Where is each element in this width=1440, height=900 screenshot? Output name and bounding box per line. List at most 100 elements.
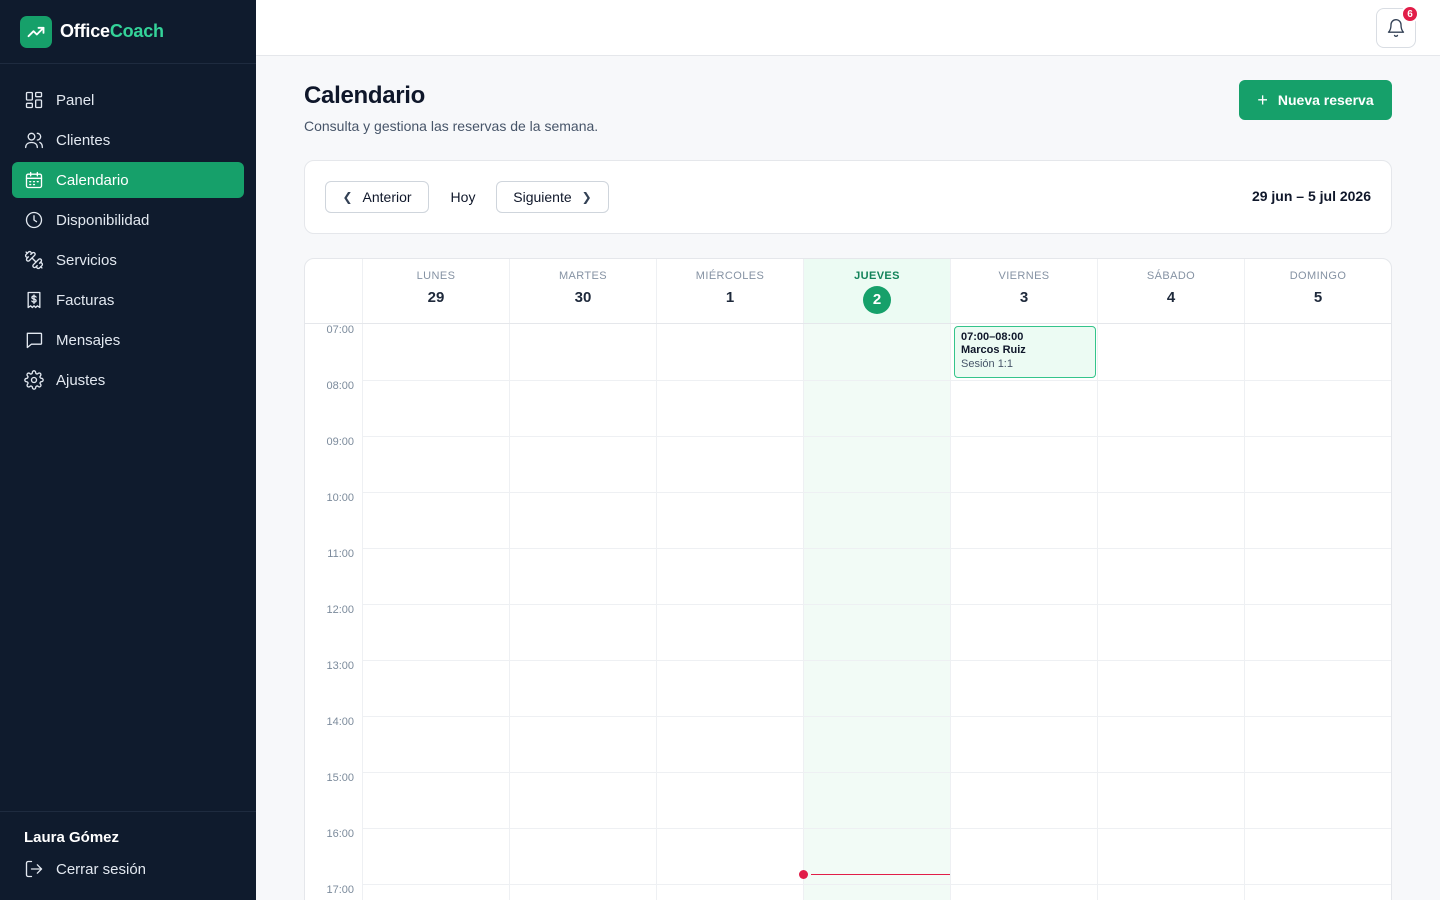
time-label: 15:00 [326, 772, 354, 784]
event-time: 07:00–08:00 [961, 331, 1024, 343]
day-column-today[interactable] [803, 324, 950, 900]
sidebar-item-disponibilidad[interactable]: Disponibilidad [12, 202, 244, 238]
time-label: 17:00 [326, 884, 354, 896]
sidebar-footer: Laura Gómez Cerrar sesión [0, 811, 256, 900]
week-calendar: LUNES 29 MARTES 30 MIÉRCOLES 1 JUEVES 2 … [304, 258, 1392, 900]
notifications-button[interactable]: 6 [1376, 5, 1419, 48]
day-column[interactable] [1244, 324, 1391, 900]
current-time-line [811, 874, 950, 875]
day-header[interactable]: VIERNES 3 [950, 259, 1097, 323]
day-header[interactable]: MIÉRCOLES 1 [656, 259, 803, 323]
day-name: LUNES [416, 270, 456, 282]
day-name: JUEVES [854, 270, 900, 282]
hour-gridline [362, 436, 1391, 437]
sidebar-item-mensajes[interactable]: Mensajes [12, 322, 244, 358]
topbar: 6 [256, 0, 1440, 56]
today-button[interactable]: Hoy [441, 181, 485, 213]
day-name: MARTES [558, 270, 608, 282]
sidebar-item-label: Servicios [56, 251, 117, 269]
time-label: 12:00 [326, 604, 354, 616]
brand-name: OfficeCoach [60, 21, 164, 41]
dumbbell-icon [24, 250, 44, 270]
message-icon [24, 330, 44, 350]
event-type: Sesión 1:1 [961, 358, 1013, 370]
users-icon [24, 130, 44, 150]
hour-gridline [362, 380, 1391, 381]
invoice-icon [24, 290, 44, 310]
new-booking-label: Nueva reserva [1277, 92, 1374, 108]
time-column: 07:00 08:00 09:00 10:00 11:00 12:00 13:0… [305, 324, 362, 900]
time-label: 16:00 [326, 828, 354, 840]
day-column[interactable]: 07:00–08:00 Marcos Ruiz Sesión 1:1 [950, 324, 1097, 900]
sidebar-item-label: Facturas [56, 291, 115, 309]
chevron-left-icon: ❮ [342, 190, 353, 204]
day-number: 29 [427, 289, 445, 306]
previous-label: Anterior [362, 189, 412, 205]
day-header[interactable]: SÁBADO 4 [1097, 259, 1244, 323]
new-booking-button[interactable]: + Nueva reserva [1239, 80, 1392, 120]
hour-gridline [362, 492, 1391, 493]
time-label: 14:00 [326, 716, 354, 728]
hour-gridline [362, 772, 1391, 773]
day-column[interactable] [1097, 324, 1244, 900]
user-name: Laura Gómez [24, 829, 120, 846]
day-header[interactable]: LUNES 29 [362, 259, 509, 323]
hour-gridline [362, 828, 1391, 829]
sidebar-item-clientes[interactable]: Clientes [12, 122, 244, 158]
plus-icon: + [1257, 90, 1268, 110]
today-number-badge: 2 [863, 286, 891, 314]
time-label: 09:00 [326, 436, 354, 448]
grid-icon [24, 90, 44, 110]
next-label: Siguiente [513, 189, 572, 205]
day-name: VIERNES [998, 270, 1050, 282]
day-column[interactable] [509, 324, 656, 900]
calendar-icon [24, 170, 44, 190]
booking-event[interactable]: 07:00–08:00 Marcos Ruiz Sesión 1:1 [954, 326, 1096, 378]
time-label: 07:00 [326, 324, 354, 336]
calendar-header: LUNES 29 MARTES 30 MIÉRCOLES 1 JUEVES 2 … [305, 259, 1391, 324]
hour-gridline [362, 884, 1391, 885]
time-label: 08:00 [326, 380, 354, 392]
page-title: Calendario [304, 82, 426, 109]
hour-gridline [362, 660, 1391, 661]
sidebar-item-label: Mensajes [56, 331, 121, 349]
next-week-button[interactable]: Siguiente ❯ [496, 181, 609, 213]
sidebar-item-label: Ajustes [56, 371, 106, 389]
previous-week-button[interactable]: ❮ Anterior [325, 181, 429, 213]
sidebar-item-ajustes[interactable]: Ajustes [12, 362, 244, 398]
current-time-dot [799, 870, 808, 879]
time-label: 11:00 [327, 548, 354, 560]
day-number: 4 [1166, 289, 1176, 306]
day-header[interactable]: MARTES 30 [509, 259, 656, 323]
day-header[interactable]: DOMINGO 5 [1244, 259, 1391, 323]
sidebar-item-facturas[interactable]: Facturas [12, 282, 244, 318]
page-subtitle: Consulta y gestiona las reservas de la s… [304, 118, 599, 134]
date-range-label: 29 jun – 5 jul 2026 [1251, 188, 1371, 204]
time-label: 10:00 [326, 492, 354, 504]
logout-label: Cerrar sesión [56, 860, 147, 878]
day-number: 1 [725, 289, 735, 306]
sidebar-item-label: Panel [56, 91, 95, 109]
day-number: 3 [1019, 289, 1029, 306]
sidebar-item-servicios[interactable]: Servicios [12, 242, 244, 278]
day-column[interactable] [362, 324, 509, 900]
time-label: 13:00 [326, 660, 354, 672]
day-column[interactable] [656, 324, 803, 900]
day-number: 5 [1313, 289, 1323, 306]
trend-up-icon [20, 15, 52, 48]
sidebar-item-calendario[interactable]: Calendario [12, 162, 244, 198]
brand[interactable]: OfficeCoach [0, 0, 256, 64]
day-name: MIÉRCOLES [695, 270, 765, 282]
logout-button[interactable]: Cerrar sesión [24, 859, 232, 879]
sidebar-item-label: Calendario [56, 171, 129, 189]
day-header-today[interactable]: JUEVES 2 [803, 259, 950, 323]
calendar-toolbar: ❮ Anterior Hoy Siguiente ❯ 29 jun – 5 ju… [304, 160, 1392, 234]
bell-icon [1387, 19, 1405, 37]
logout-icon [25, 860, 43, 878]
sidebar-nav: Panel Clientes Calendario Disponibilidad… [0, 64, 256, 398]
notification-badge: 6 [1401, 5, 1419, 23]
sidebar-item-panel[interactable]: Panel [12, 82, 244, 118]
chevron-right-icon: ❯ [581, 190, 592, 204]
sidebar-item-label: Disponibilidad [56, 211, 150, 229]
day-number: 30 [574, 289, 592, 306]
